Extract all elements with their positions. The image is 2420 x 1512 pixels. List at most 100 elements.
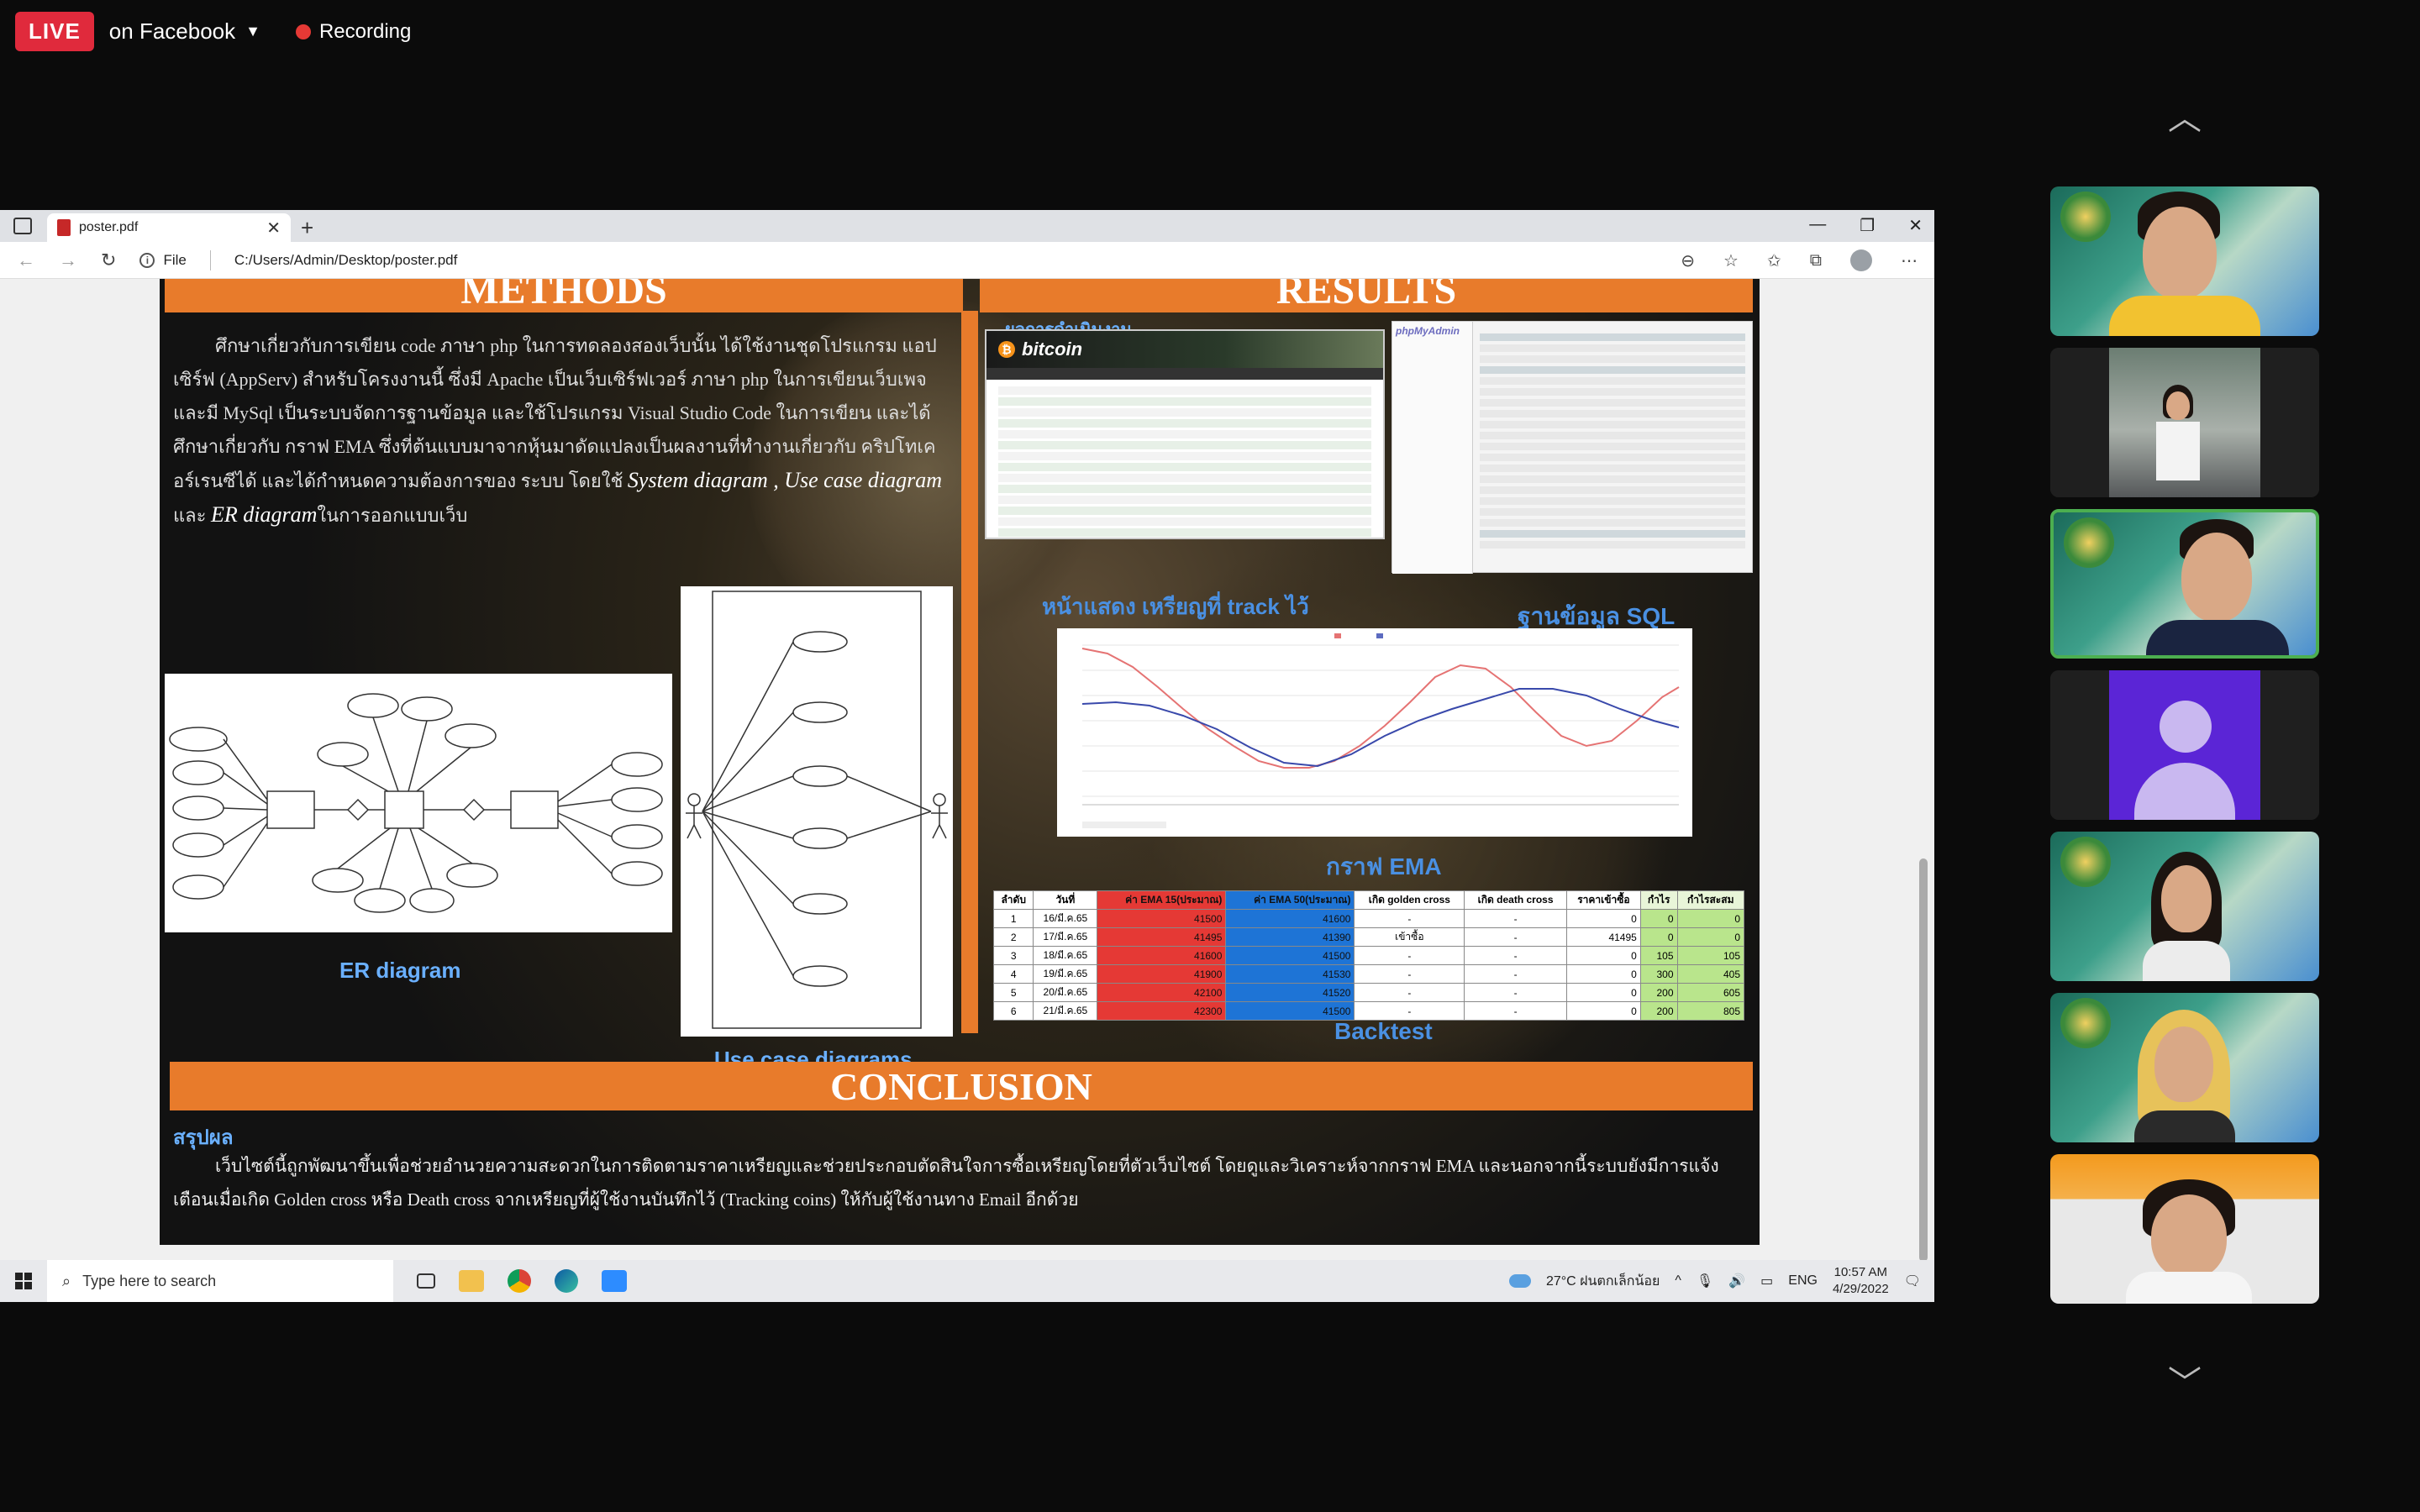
toolbar-actions: ⊖ ☆ ✩ ⧉ ⋯ <box>1681 242 1918 279</box>
address-url[interactable]: C:/Users/Admin/Desktop/poster.pdf <box>234 252 458 269</box>
profile-avatar[interactable] <box>1850 249 1872 271</box>
edge-icon[interactable] <box>555 1269 578 1293</box>
table-cell: 0 <box>1676 927 1744 947</box>
scroll-thumb[interactable] <box>1919 858 1928 1262</box>
table-cell: - <box>1464 983 1567 1002</box>
website-table <box>986 380 1383 546</box>
table-cell: 41600 <box>1097 946 1227 965</box>
task-view-icon[interactable] <box>417 1273 435 1289</box>
table-cell: 19/มี.ค.65 <box>1033 964 1098 984</box>
chevron-down-icon[interactable]: ﹀ <box>2151 1356 2218 1402</box>
er-diagram <box>169 693 663 913</box>
website-nav <box>986 368 1383 380</box>
table-cell: 200 <box>1639 1001 1678 1021</box>
zoom-icon[interactable]: ⊖ <box>1681 250 1695 271</box>
tab-actions-icon[interactable] <box>13 218 32 234</box>
tray-chevron-icon[interactable]: ^ <box>1675 1273 1681 1289</box>
table-cell: 41500 <box>1225 946 1355 965</box>
new-tab-button[interactable]: + <box>301 213 313 242</box>
methods-heading: METHODS <box>165 279 963 312</box>
ema-chart-image <box>1057 628 1692 837</box>
restore-button[interactable]: ❐ <box>1860 215 1875 236</box>
backtest-caption: Backtest <box>1334 1018 1433 1044</box>
live-destination[interactable]: on Facebook <box>109 18 235 45</box>
address-prefix: File <box>163 251 187 268</box>
participant-tile[interactable] <box>2050 993 2319 1142</box>
table-cell: 41520 <box>1225 983 1355 1002</box>
file-explorer-icon[interactable] <box>459 1270 484 1292</box>
database-table <box>1480 333 1745 552</box>
participant-tile[interactable] <box>2050 186 2319 336</box>
table-cell: 1 <box>992 909 1034 928</box>
close-icon[interactable]: ✕ <box>266 218 281 239</box>
bitcoin-logo-icon: ₿ <box>998 341 1015 358</box>
table-header: วันที่ <box>1033 890 1098 910</box>
participant-tile[interactable] <box>2050 670 2319 820</box>
user-avatar-icon <box>2160 701 2212 753</box>
recording-indicator: Recording <box>295 19 412 44</box>
table-cell: 0 <box>1565 983 1641 1002</box>
volume-icon[interactable]: 🔊 <box>1728 1273 1745 1289</box>
participant-tile[interactable] <box>2050 348 2319 497</box>
search-placeholder: Type here to search <box>82 1272 217 1289</box>
table-row: 5 20/มี.ค.65 42100 41520- -0 200 605 <box>992 983 1744 1002</box>
back-button[interactable]: ← <box>17 249 35 271</box>
tab-poster-pdf[interactable]: poster.pdf ✕ <box>47 213 291 242</box>
table-cell: 0 <box>1639 927 1678 947</box>
weather-text[interactable]: 27°C ฝนตกเล็กน้อย <box>1546 1271 1660 1292</box>
tab-bar: poster.pdf ✕ + — ❐ ✕ <box>0 210 1934 242</box>
table-header: ราคาเข้าซื้อ <box>1565 890 1641 910</box>
table-cell: - <box>1354 909 1465 928</box>
table-header: กำไรสะสม <box>1676 890 1744 910</box>
website-screenshot: ₿ bitcoin <box>985 329 1385 539</box>
minimize-button[interactable]: — <box>1809 215 1826 236</box>
table-cell: 5 <box>992 983 1034 1002</box>
participant-tile[interactable] <box>2050 1154 2319 1304</box>
conclusion-paragraph: เว็บไซต์นี้ถูกพัฒนาขึ้นเพื่อช่วยอำนวยควา… <box>173 1156 1719 1210</box>
table-row: 2 17/มี.ค.65 41495 41390 เข้าซื้อ -41495 0 0 <box>992 927 1744 947</box>
favorite-add-icon[interactable]: ☆ <box>1723 250 1739 271</box>
table-cell: - <box>1354 946 1465 965</box>
refresh-button[interactable]: ↻ <box>101 249 116 271</box>
tracked-coins-caption: หน้าแสดง เหรียญที่ track ไว้ <box>1042 594 1309 619</box>
clock[interactable]: 10:57 AM 4/29/2022 <box>1833 1264 1889 1298</box>
backtest-table: ลำดับ วันที่ ค่า EMA 15(ประมาณ) ค่า EMA … <box>992 890 1744 1021</box>
favorites-icon[interactable]: ✩ <box>1767 250 1781 271</box>
table-header: ลำดับ <box>992 890 1034 910</box>
table-cell: 41390 <box>1225 927 1355 947</box>
vertical-scrollbar[interactable] <box>1919 279 1928 1262</box>
collections-icon[interactable]: ⧉ <box>1810 251 1822 270</box>
address-separator <box>209 249 211 270</box>
system-tray: 27°C ฝนตกเล็กน้อย ^ 🎙 🔊 ▭ ENG 10:57 AM 4… <box>1508 1260 1921 1302</box>
chevron-up-icon[interactable]: ︿ <box>2151 91 2218 137</box>
chrome-icon[interactable] <box>508 1269 531 1293</box>
table-cell: - <box>1464 946 1567 965</box>
table-header: ค่า EMA 50(ประมาณ) <box>1225 890 1355 910</box>
network-icon[interactable]: ▭ <box>1760 1273 1773 1289</box>
pdf-icon <box>57 219 71 236</box>
more-menu-icon[interactable]: ⋯ <box>1901 250 1918 271</box>
methods-diagrams: System diagram , Use case diagram <box>627 468 942 492</box>
chevron-down-icon[interactable]: ▼ <box>245 23 260 40</box>
site-info[interactable]: i File <box>139 251 187 269</box>
forward-button[interactable]: → <box>59 249 77 271</box>
pdf-viewer[interactable]: METHODS RESULTS ศึกษาเกี่ยวกับการเขียน c… <box>0 279 1934 1260</box>
recording-label: Recording <box>318 19 412 43</box>
column-divider <box>961 311 978 1033</box>
table-cell: 200 <box>1639 983 1678 1002</box>
window-close-button[interactable]: ✕ <box>1908 215 1923 236</box>
microphone-icon[interactable]: 🎙 <box>1697 1273 1713 1289</box>
start-button[interactable] <box>0 1273 47 1289</box>
taskbar-search[interactable]: ⌕ Type here to search <box>47 1260 393 1302</box>
language-indicator[interactable]: ENG <box>1788 1273 1818 1289</box>
table-cell: 105 <box>1639 946 1678 965</box>
participant-tile[interactable] <box>2050 832 2319 981</box>
participant-tile-active-speaker[interactable] <box>2050 509 2319 659</box>
windows-taskbar: ⌕ Type here to search 27°C ฝนตกเล็กน้อย … <box>0 1260 1934 1302</box>
table-cell: 20/มี.ค.65 <box>1033 983 1098 1002</box>
school-logo <box>2060 998 2111 1048</box>
zoom-app-icon[interactable] <box>602 1270 627 1292</box>
legend-swatch-blue <box>1376 633 1383 638</box>
methods-end: ในการออกแบบเว็บ <box>317 505 468 526</box>
notifications-icon[interactable]: 🗨 <box>1904 1273 1921 1289</box>
